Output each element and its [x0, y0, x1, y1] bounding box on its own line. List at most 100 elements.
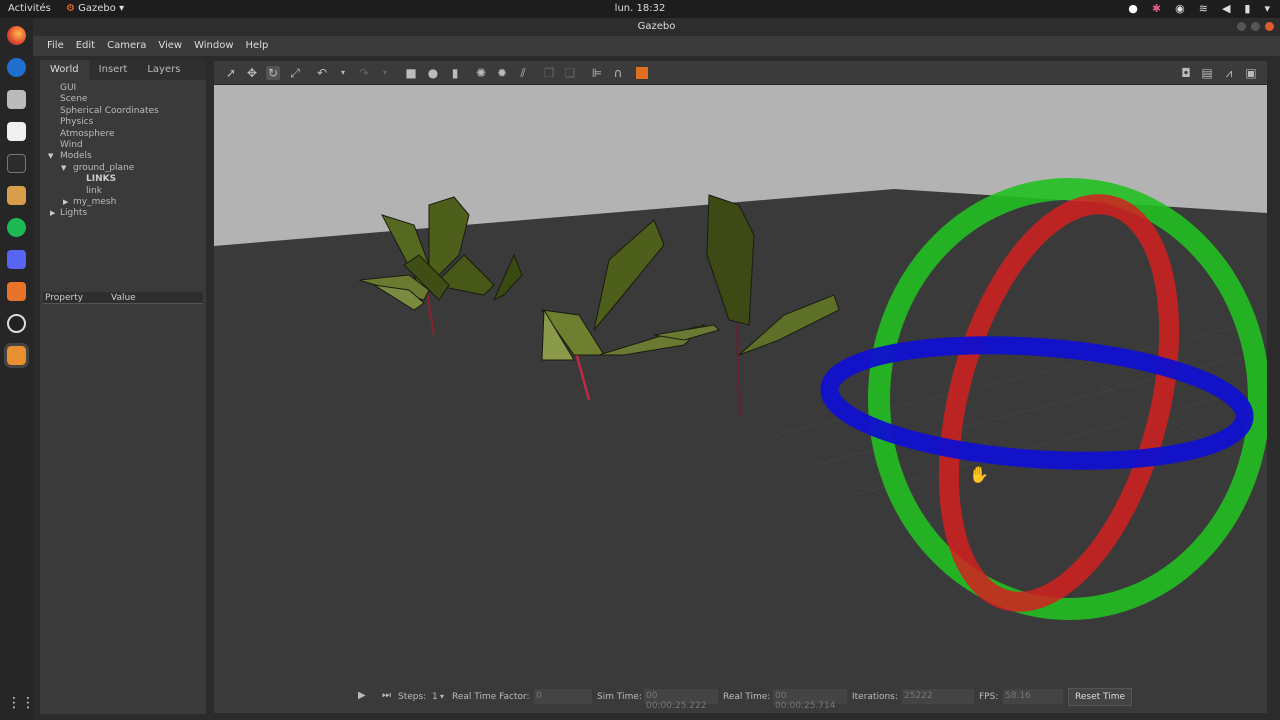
render-viewport: ➚ ✥ ↻ ⤢ ↶ ▾ ↷ ▾ ■ ● ▮ ✺ ✹ ⫽ ❐ ❑ ⊫ ∩ ◘ ▤ … [214, 61, 1267, 713]
property-table-header: Property Value [43, 292, 203, 304]
volume-icon[interactable]: ◀ [1222, 2, 1230, 15]
scale-mode-icon[interactable]: ⤢ [288, 66, 302, 80]
real-time-factor-field: 0 [534, 689, 592, 704]
show-applications-icon[interactable]: ⋮⋮ [7, 694, 35, 713]
menu-help[interactable]: Help [240, 36, 275, 56]
battery-icon[interactable]: ▮ [1244, 2, 1250, 15]
log-data-icon[interactable]: ▤ [1200, 66, 1214, 80]
video-record-icon[interactable]: ▣ [1244, 66, 1258, 80]
tree-item-physics[interactable]: Physics [40, 117, 206, 128]
hand-cursor-icon: ✋ [969, 465, 989, 484]
iterations-field: 25222 [902, 689, 974, 704]
firefox-icon[interactable] [7, 26, 26, 45]
spot-light-icon[interactable]: ✹ [495, 66, 509, 80]
tree-item-atmosphere[interactable]: Atmosphere [40, 129, 206, 140]
window-title: Gazebo [637, 21, 676, 32]
discord-tray-icon[interactable]: ◉ [1175, 2, 1185, 15]
menu-edit[interactable]: Edit [70, 36, 101, 56]
steps-label: Steps: [398, 692, 427, 702]
menu-file[interactable]: File [41, 36, 70, 56]
simulation-status-bar: ▶ ⏭ Steps: 1 ▾ Real Time Factor: 0 Sim T… [214, 681, 1267, 713]
property-column-header: Property [45, 293, 84, 303]
align-icon[interactable]: ⊫ [590, 66, 604, 80]
fps-label: FPS: [979, 692, 999, 702]
directional-light-icon[interactable]: ⫽ [516, 66, 530, 80]
tree-item-lights[interactable]: ▶ Lights [40, 208, 206, 219]
paste-icon[interactable]: ❑ [563, 66, 577, 80]
tree-item-ground-plane-label: ground_plane [73, 162, 135, 173]
discord-icon[interactable] [7, 250, 26, 269]
tree-item-my-mesh-label: my_mesh [73, 196, 117, 207]
archive-icon[interactable] [7, 186, 26, 205]
real-time-factor-label: Real Time Factor: [452, 692, 530, 702]
obs-icon[interactable] [7, 314, 26, 333]
copy-icon[interactable]: ❐ [542, 66, 556, 80]
tree-item-gui[interactable]: GUI [40, 83, 206, 94]
select-mode-icon[interactable]: ➚ [224, 66, 238, 80]
sim-time-label: Sim Time: [597, 692, 642, 702]
undo-icon[interactable]: ↶ [315, 66, 329, 80]
thunderbird-icon[interactable] [7, 58, 26, 77]
slack-tray-icon[interactable]: ✱ [1152, 2, 1161, 15]
real-time-label: Real Time: [723, 692, 771, 702]
tree-item-models[interactable]: ▼ Models [40, 151, 206, 162]
sim-time-field: 00 00:00:25.222 [644, 689, 718, 711]
iterations-label: Iterations: [852, 692, 898, 702]
tab-world[interactable]: World [40, 60, 89, 80]
wifi-icon[interactable]: ≋ [1199, 2, 1208, 15]
chevron-down-icon[interactable]: ▾ [440, 692, 444, 701]
cylinder-shape-icon[interactable]: ▮ [448, 66, 462, 80]
minimize-icon[interactable] [1237, 22, 1246, 31]
3d-scene[interactable]: ✋ [214, 85, 1267, 681]
menu-camera[interactable]: Camera [101, 36, 152, 56]
step-icon[interactable]: ⏭ [382, 690, 391, 701]
snap-icon[interactable]: ∩ [611, 66, 625, 80]
maximize-icon[interactable] [1251, 22, 1260, 31]
sphere-shape-icon[interactable]: ● [426, 66, 440, 80]
tree-item-wind[interactable]: Wind [40, 140, 206, 151]
text-editor-icon[interactable] [7, 122, 26, 141]
tree-item-scene[interactable]: Scene [40, 94, 206, 105]
tree-item-my-mesh[interactable]: ▶ my_mesh [40, 197, 206, 208]
system-menu-chevron-icon[interactable]: ▾ [1264, 2, 1270, 15]
spotify-icon[interactable] [7, 218, 26, 237]
undo-history-icon[interactable]: ▾ [336, 66, 350, 80]
rotate-mode-icon[interactable]: ↻ [266, 66, 280, 80]
collapsed-arrow-icon[interactable]: ▶ [63, 197, 68, 208]
redo-history-icon[interactable]: ▾ [378, 66, 392, 80]
translate-mode-icon[interactable]: ✥ [245, 66, 259, 80]
tree-item-link[interactable]: link [40, 186, 206, 197]
box-shape-icon[interactable]: ■ [404, 66, 418, 80]
play-icon[interactable]: ▶ [358, 690, 366, 701]
expanded-arrow-icon[interactable]: ▼ [48, 151, 53, 162]
tree-item-spherical-coordinates[interactable]: Spherical Coordinates [40, 106, 206, 117]
steps-value[interactable]: 1 [432, 692, 438, 702]
menu-view[interactable]: View [152, 36, 188, 56]
folder-icon[interactable] [7, 282, 26, 301]
close-icon[interactable] [1265, 22, 1274, 31]
redo-icon[interactable]: ↷ [357, 66, 371, 80]
collapsed-arrow-icon[interactable]: ▶ [50, 208, 55, 219]
files-storage-icon[interactable] [7, 90, 26, 109]
world-panel: World Insert Layers GUI Scene Spherical … [40, 60, 206, 714]
system-tray: ● ✱ ◉ ≋ ◀ ▮ ▾ [1128, 2, 1270, 15]
reset-time-button[interactable]: Reset Time [1068, 688, 1133, 706]
terminal-icon[interactable] [7, 154, 26, 173]
point-light-icon[interactable]: ✺ [474, 66, 488, 80]
window-titlebar[interactable]: Gazebo [33, 18, 1280, 36]
plot-icon[interactable]: ⩘ [1222, 66, 1236, 80]
clock[interactable]: lun. 18:32 [0, 3, 1280, 14]
change-view-angle-icon[interactable] [636, 67, 648, 79]
expanded-arrow-icon[interactable]: ▼ [61, 163, 66, 174]
world-tree: GUI Scene Spherical Coordinates Physics … [40, 80, 206, 292]
tab-layers[interactable]: Layers [137, 60, 190, 80]
menu-window[interactable]: Window [188, 36, 239, 56]
tree-item-ground-plane[interactable]: ▼ ground_plane [40, 163, 206, 174]
real-time-field: 00 00:00:25.714 [773, 689, 847, 711]
obs-tray-icon[interactable]: ● [1128, 2, 1138, 15]
tree-item-links-header: LINKS [86, 174, 117, 185]
screenshot-icon[interactable]: ◘ [1179, 66, 1193, 80]
tab-insert[interactable]: Insert [89, 60, 138, 80]
render-toolbar: ➚ ✥ ↻ ⤢ ↶ ▾ ↷ ▾ ■ ● ▮ ✺ ✹ ⫽ ❐ ❑ ⊫ ∩ ◘ ▤ … [214, 61, 1267, 85]
gazebo-icon[interactable] [4, 343, 29, 368]
